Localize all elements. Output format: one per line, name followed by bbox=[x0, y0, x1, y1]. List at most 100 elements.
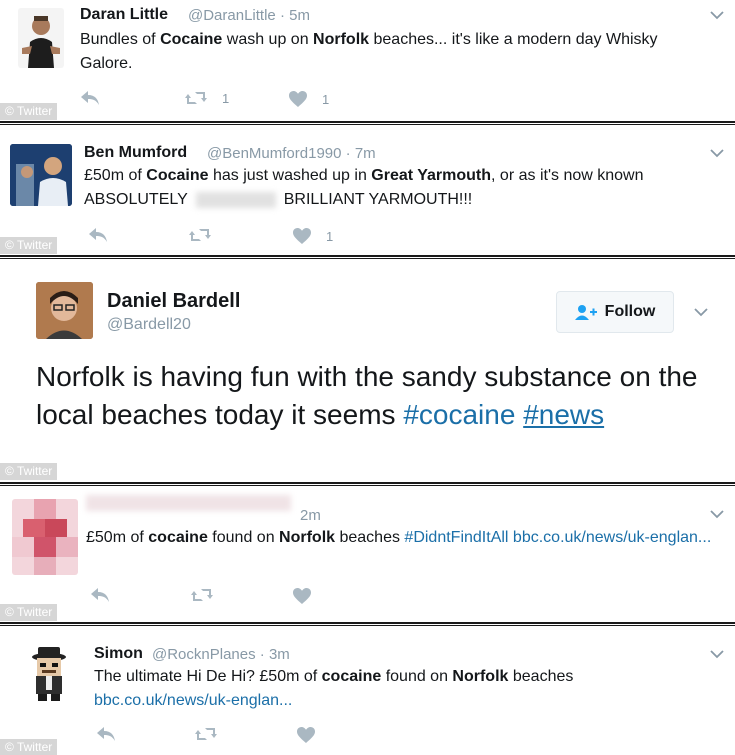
divider bbox=[0, 255, 735, 259]
hashtag-link[interactable]: #cocaine bbox=[403, 399, 515, 430]
add-user-icon bbox=[574, 305, 597, 320]
text-segment: found on bbox=[381, 668, 453, 685]
text-segment: Bundles of bbox=[80, 31, 161, 48]
divider bbox=[0, 482, 735, 486]
avatar[interactable] bbox=[10, 144, 72, 206]
like-button[interactable]: 1 bbox=[288, 90, 329, 108]
author-name[interactable]: Daniel Bardell bbox=[107, 290, 240, 313]
twitter-watermark: © Twitter bbox=[0, 739, 58, 755]
follow-label: Follow bbox=[604, 303, 656, 320]
reply-icon bbox=[90, 587, 110, 603]
divider bbox=[0, 121, 735, 125]
retweet-button[interactable] bbox=[188, 227, 212, 243]
avatar-blurred[interactable] bbox=[12, 499, 78, 575]
like-count: 1 bbox=[326, 228, 334, 244]
twitter-watermark: © Twitter bbox=[0, 103, 58, 120]
author-handle[interactable]: @DaranLittle · 5m bbox=[188, 7, 310, 24]
bold-keyword: Cocaine bbox=[146, 167, 209, 184]
timestamp[interactable]: 2m bbox=[300, 507, 321, 524]
twitter-watermark: © Twitter bbox=[0, 604, 58, 621]
tweet-3-embed: Daniel Bardell @Bardell20 Follow Norfolk… bbox=[0, 260, 735, 481]
text-segment: £50m of bbox=[86, 529, 149, 546]
bold-keyword: cocaine bbox=[321, 668, 382, 685]
heart-icon bbox=[292, 227, 312, 245]
avatar[interactable] bbox=[18, 8, 64, 68]
retweet-button[interactable]: 1 bbox=[184, 90, 229, 106]
text-segment: wash up on bbox=[222, 31, 314, 48]
article-link[interactable]: bbc.co.uk/news/uk-englan... bbox=[94, 692, 292, 709]
text-segment: beaches bbox=[335, 529, 405, 546]
bold-keyword: Norfolk bbox=[279, 529, 336, 546]
tweet-actions: 1 1 bbox=[80, 90, 380, 110]
heart-icon bbox=[292, 587, 312, 605]
author-name[interactable]: Daran Little bbox=[80, 6, 168, 24]
retweet-icon bbox=[190, 587, 214, 603]
heart-icon bbox=[288, 90, 308, 108]
tweet-2: Ben Mumford @BenMumford1990 · 7m £50m of… bbox=[0, 126, 735, 255]
tweet-text: The ultimate Hi De Hi? £50m of cocaine f… bbox=[94, 665, 714, 713]
reply-button[interactable] bbox=[80, 90, 100, 106]
text-segment: beaches bbox=[508, 668, 574, 685]
heart-icon bbox=[296, 726, 316, 744]
reply-button[interactable] bbox=[90, 587, 110, 603]
bold-keyword: Great Yarmouth bbox=[371, 167, 492, 184]
retweet-count: 1 bbox=[222, 90, 230, 106]
caret-down-icon[interactable] bbox=[710, 148, 724, 158]
caret-down-icon[interactable] bbox=[710, 10, 724, 20]
bold-keyword: Norfolk bbox=[452, 668, 509, 685]
text-segment: The ultimate Hi De Hi? £50m of bbox=[94, 668, 322, 685]
redacted-name bbox=[86, 495, 291, 511]
bold-keyword: Norfolk bbox=[313, 31, 370, 48]
reply-icon bbox=[80, 90, 100, 106]
author-handle[interactable]: @Bardell20 bbox=[107, 316, 191, 334]
follow-button[interactable]: Follow bbox=[556, 291, 674, 333]
bold-keyword: Cocaine bbox=[160, 31, 223, 48]
retweet-icon bbox=[184, 90, 208, 106]
like-button[interactable]: 1 bbox=[292, 227, 333, 245]
avatar[interactable] bbox=[36, 282, 93, 339]
reply-button[interactable] bbox=[96, 726, 116, 742]
reply-icon bbox=[88, 227, 108, 243]
tweet-text: £50m of Cocaine has just washed up in Gr… bbox=[84, 167, 644, 208]
text-segment: has just washed up in bbox=[208, 167, 372, 184]
text-segment: £50m of bbox=[84, 167, 147, 184]
tweet-text: Bundles of Cocaine wash up on Norfolk be… bbox=[80, 28, 710, 76]
author-name[interactable]: Ben Mumford bbox=[84, 144, 187, 162]
hashtag-link[interactable]: #DidntFindItAll bbox=[404, 529, 508, 546]
timestamp: 7m bbox=[354, 145, 376, 162]
twitter-watermark: © Twitter bbox=[0, 463, 58, 480]
timestamp: 5m bbox=[289, 7, 310, 24]
retweet-button[interactable] bbox=[194, 726, 218, 742]
author-handle[interactable]: @BenMumford1990 · 7m bbox=[207, 145, 376, 162]
tweet-text: Norfolk is having fun with the sandy sub… bbox=[36, 361, 698, 430]
avatar[interactable] bbox=[26, 645, 72, 701]
like-count: 1 bbox=[322, 91, 330, 107]
tweet-1: Daran Little @DaranLittle · 5m Bundles o… bbox=[0, 0, 735, 121]
author-name[interactable]: Simon bbox=[94, 645, 143, 663]
redacted-word bbox=[195, 191, 276, 208]
tweet-5: Simon @RocknPlanes · 3m The ultimate Hi … bbox=[0, 627, 735, 755]
reply-button[interactable] bbox=[88, 227, 108, 243]
tweet-actions: 1 bbox=[88, 227, 388, 247]
like-button[interactable] bbox=[296, 726, 316, 744]
text-segment: found on bbox=[207, 529, 280, 546]
tweet-text: £50m of cocaine found on Norfolk beaches… bbox=[86, 526, 726, 550]
like-button[interactable] bbox=[292, 587, 312, 605]
tweet-actions bbox=[96, 726, 396, 746]
retweet-icon bbox=[188, 227, 212, 243]
tweet-4: 2m £50m of cocaine found on Norfolk beac… bbox=[0, 487, 735, 622]
retweet-icon bbox=[194, 726, 218, 742]
timestamp: 3m bbox=[268, 646, 290, 663]
caret-down-icon[interactable] bbox=[710, 509, 724, 519]
divider bbox=[0, 622, 735, 626]
retweet-button[interactable] bbox=[190, 587, 214, 603]
twitter-watermark: © Twitter bbox=[0, 237, 58, 254]
article-link[interactable]: bbc.co.uk/news/uk-englan... bbox=[513, 529, 711, 546]
author-handle[interactable]: @RocknPlanes · 3m bbox=[152, 646, 290, 663]
caret-down-icon[interactable] bbox=[694, 307, 708, 317]
caret-down-icon[interactable] bbox=[710, 649, 724, 659]
bold-keyword: cocaine bbox=[148, 529, 208, 546]
reply-icon bbox=[96, 726, 116, 742]
tweet-actions bbox=[90, 587, 390, 607]
hashtag-link[interactable]: #news bbox=[523, 399, 604, 430]
